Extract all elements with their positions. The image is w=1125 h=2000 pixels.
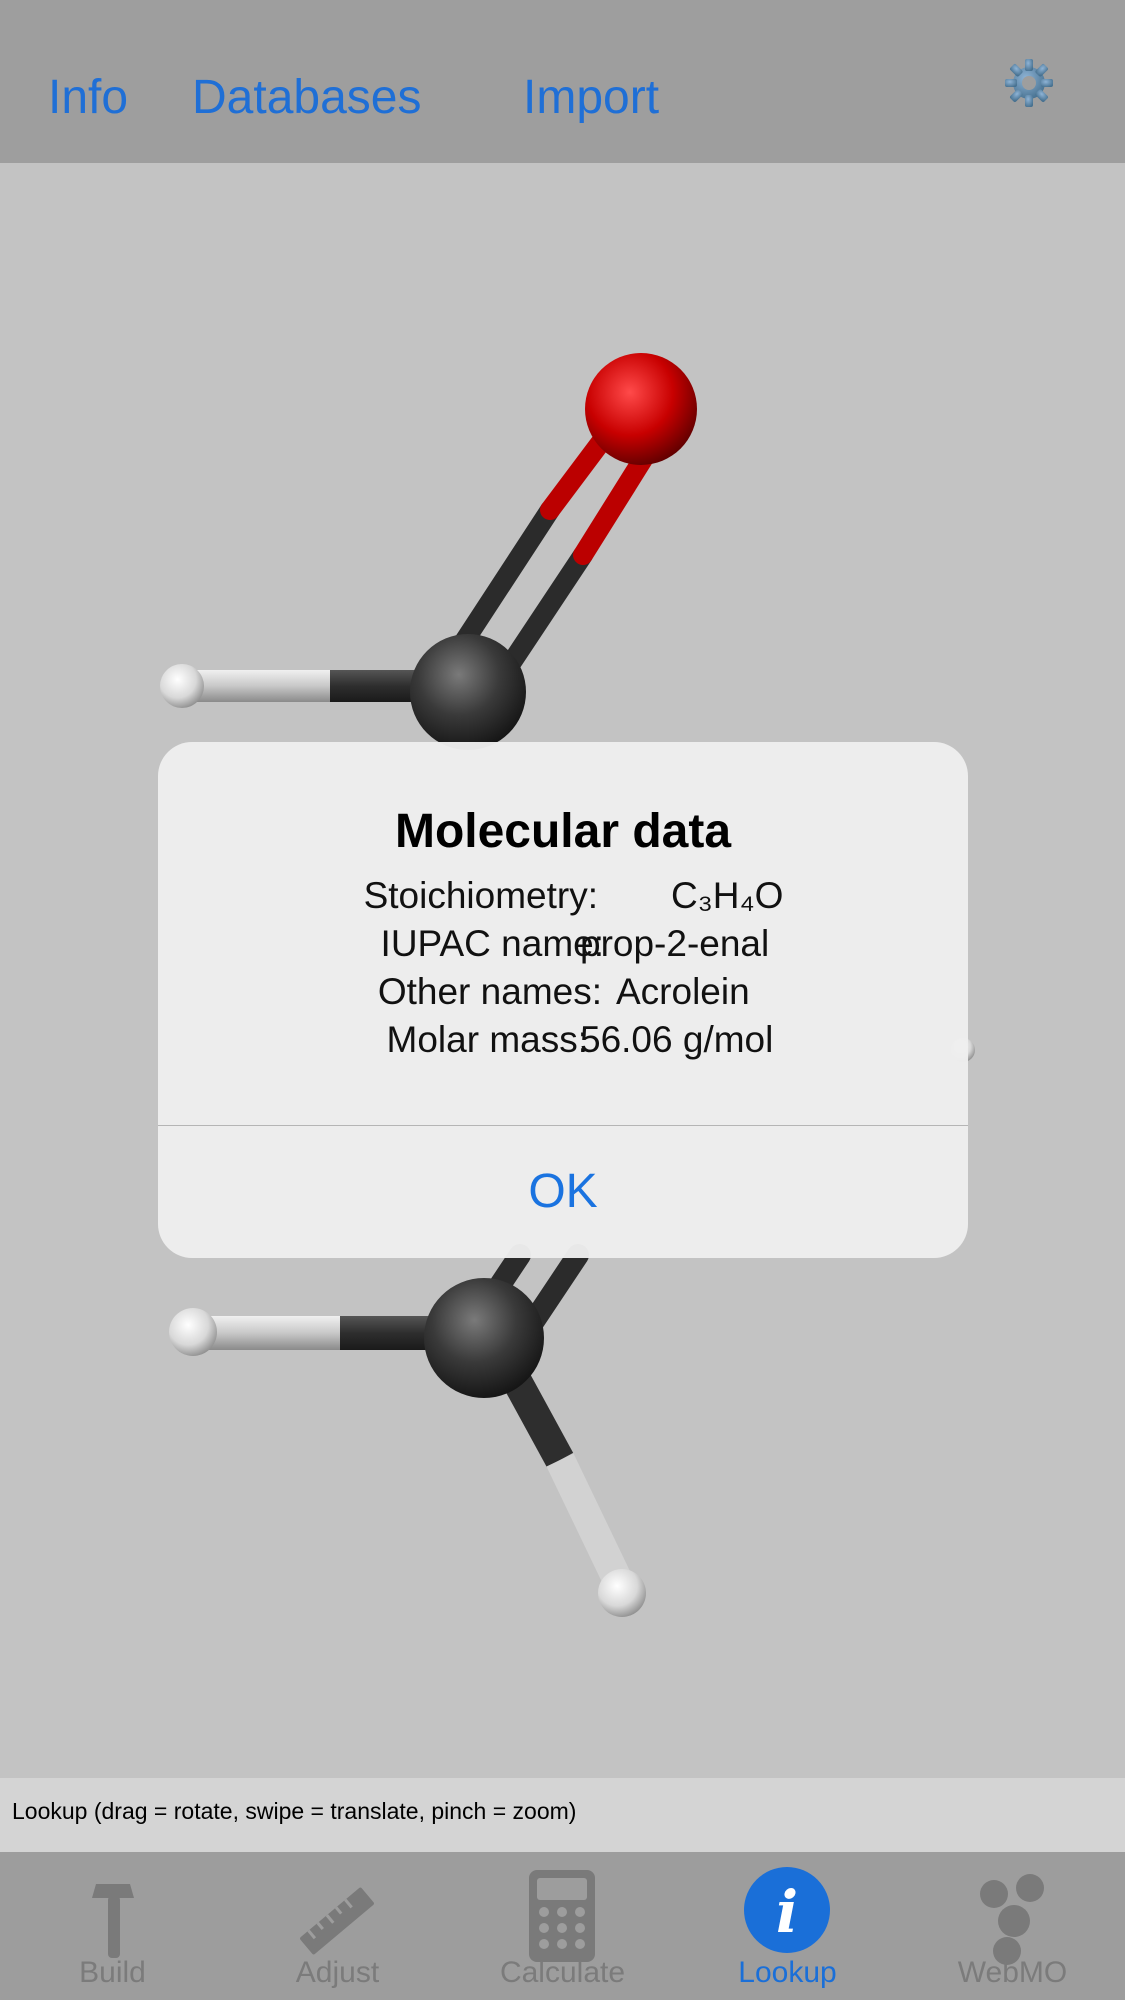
row-label: Stoichiometry: bbox=[363, 875, 598, 916]
stoichiometry-row: Stoichiometry: C₃H₄O bbox=[158, 875, 968, 923]
row-value: 56.06 g/mol bbox=[580, 1019, 774, 1060]
dialog-title: Molecular data bbox=[394, 805, 732, 858]
ok-button[interactable]: OK bbox=[158, 1126, 968, 1258]
iupac-name-row: IUPAC name: prop-2-enal bbox=[158, 923, 968, 971]
molar-mass-row: Molar mass: 56.06 g/mol bbox=[158, 1019, 968, 1067]
row-label: IUPAC name: bbox=[380, 923, 604, 964]
molecular-data-dialog: Molecular data Stoichiometry: C₃H₄O IUPA… bbox=[158, 742, 968, 1258]
row-value: Acrolein bbox=[616, 971, 750, 1012]
row-label: Other names: bbox=[377, 971, 602, 1012]
row-label: Molar mass: bbox=[386, 1019, 588, 1060]
row-value: C₃H₄O bbox=[671, 875, 784, 916]
row-value: prop-2-enal bbox=[580, 923, 770, 964]
other-names-row: Other names: Acrolein bbox=[158, 971, 968, 1019]
